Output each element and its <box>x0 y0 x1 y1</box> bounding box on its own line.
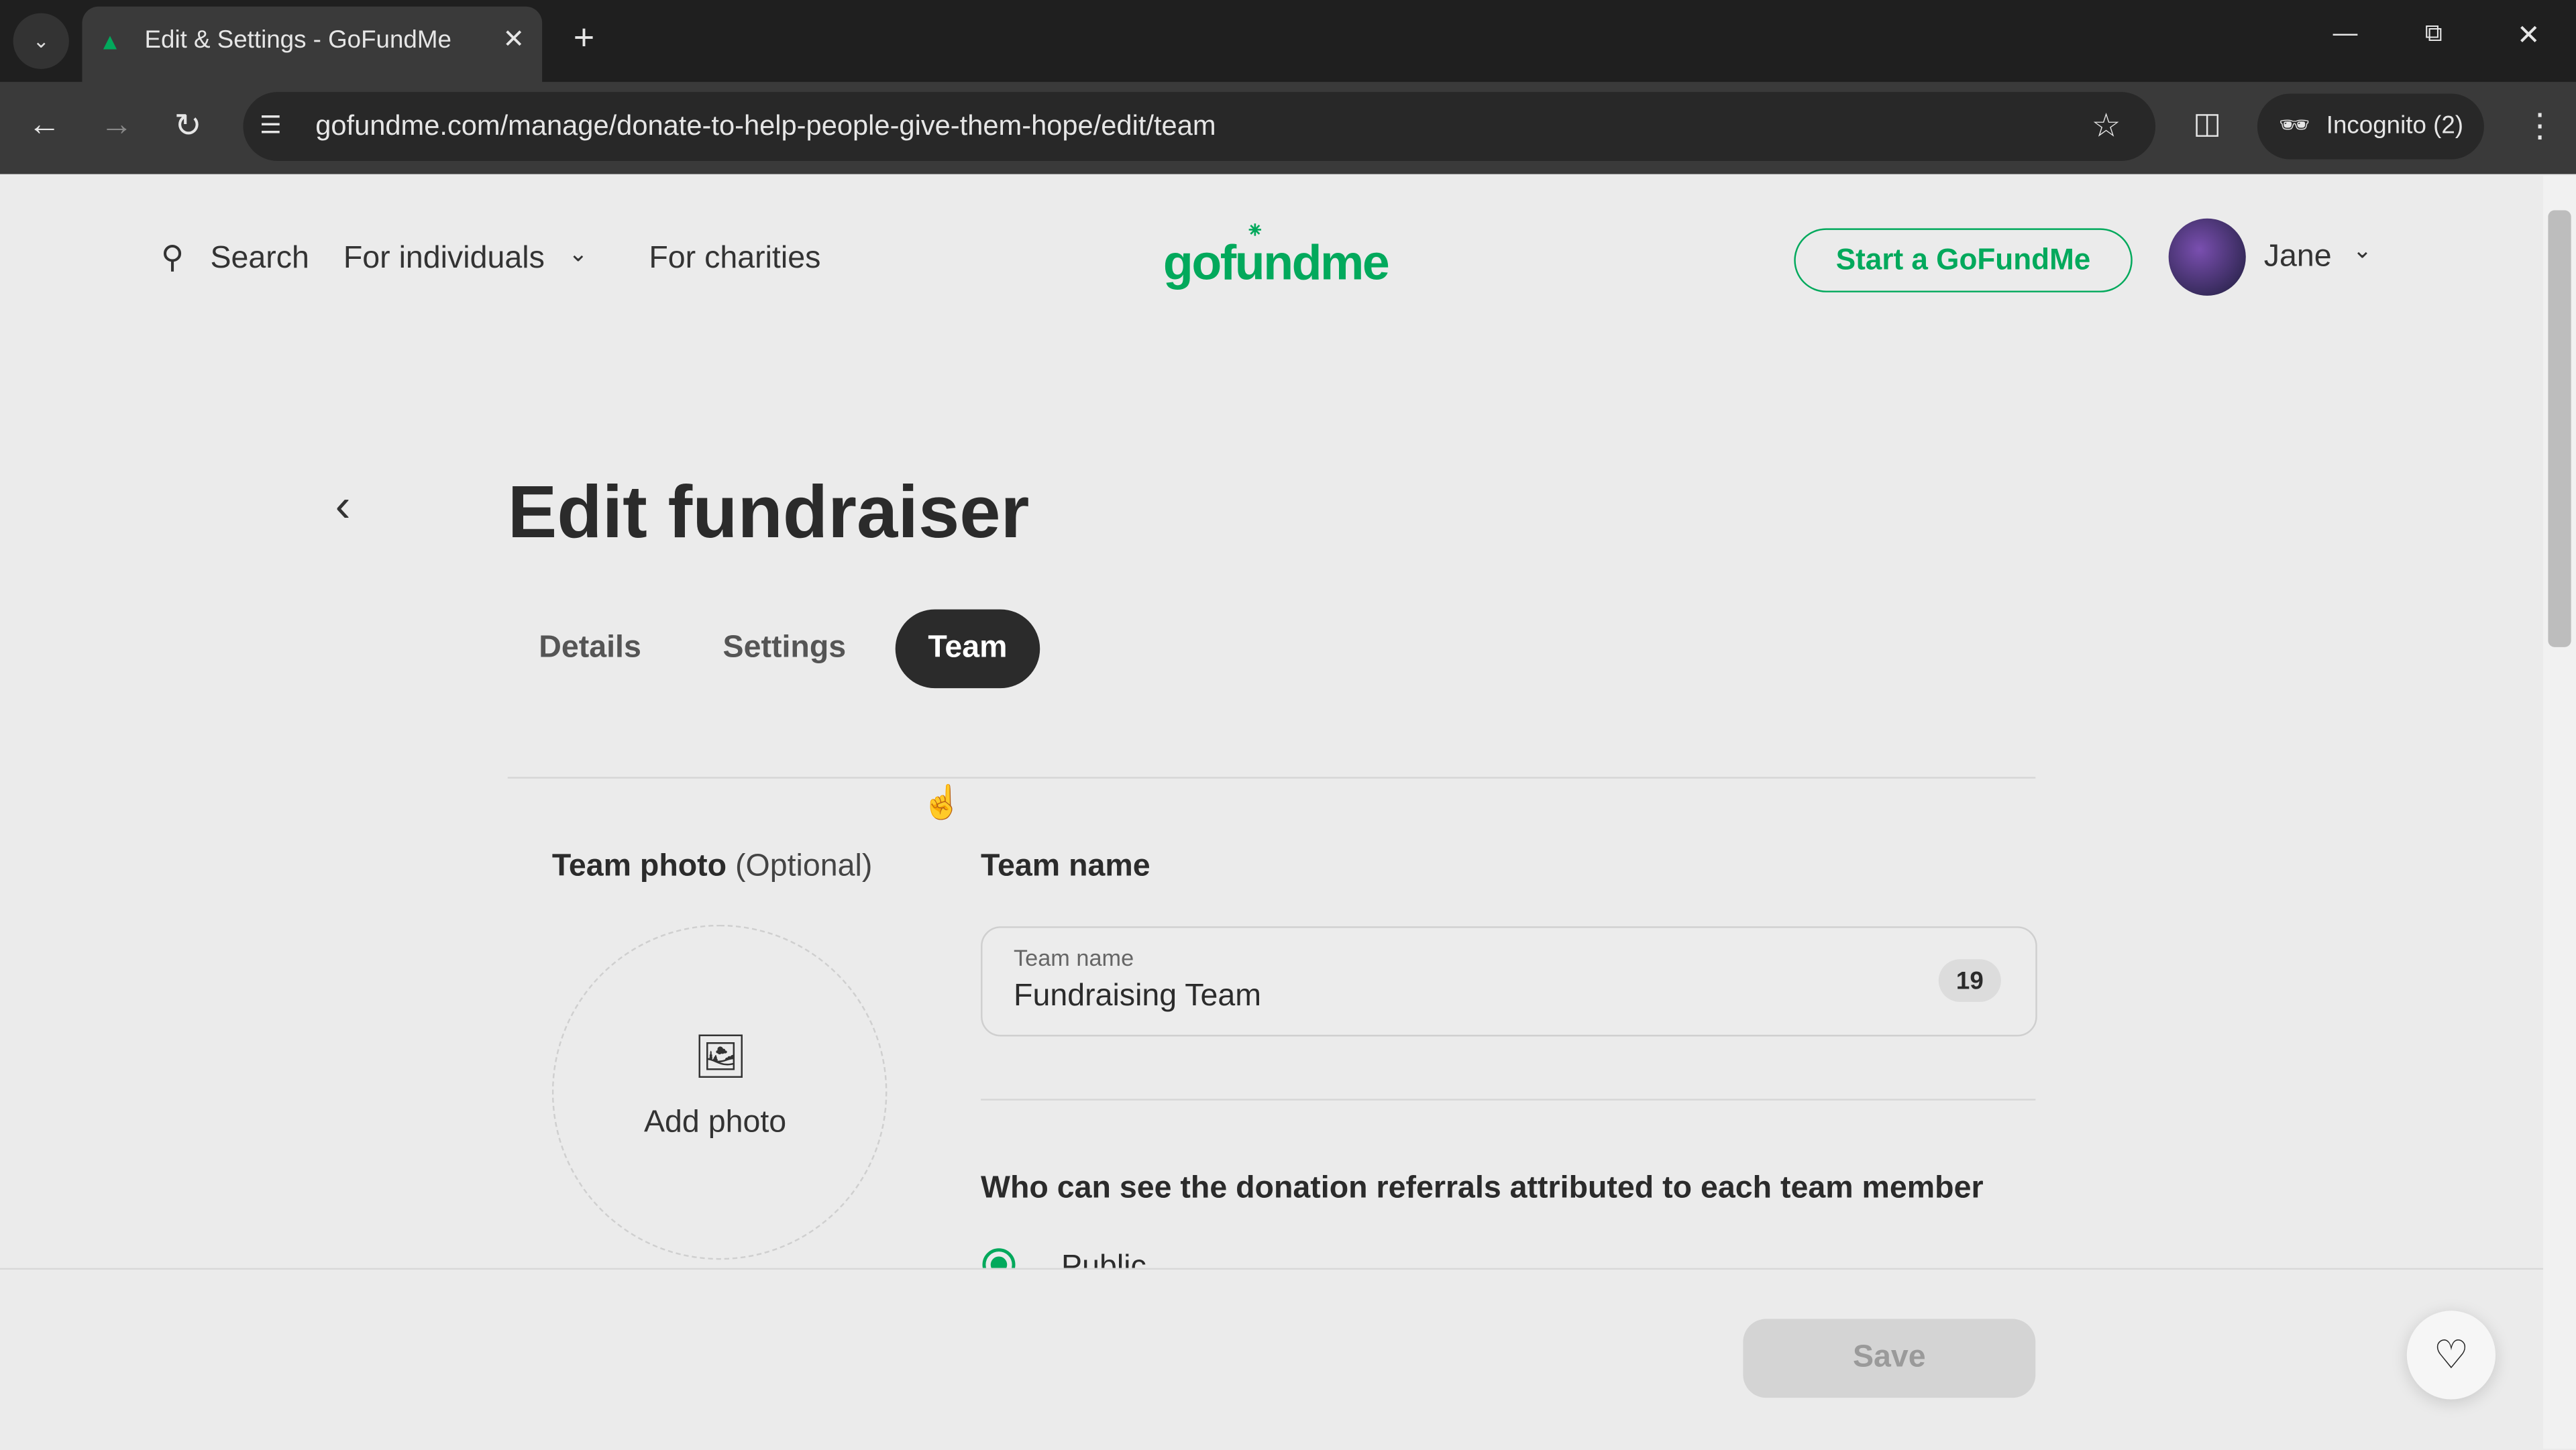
team-name-value[interactable]: Fundraising Team <box>1014 979 1261 1015</box>
team-photo-label: Team photo (Optional) <box>552 849 872 885</box>
reload-icon[interactable]: ↻ <box>174 105 202 146</box>
logo-sun-icon: ⁕ <box>1245 217 1265 243</box>
for-charities-link[interactable]: For charities <box>649 241 820 278</box>
scrollbar-thumb[interactable] <box>2548 210 2571 647</box>
sticky-footer <box>0 1268 2544 1450</box>
restore-icon[interactable]: ⧉ <box>2425 19 2443 48</box>
window-close-icon[interactable]: ✕ <box>2517 19 2540 52</box>
user-menu-chevron-icon[interactable]: ⌄ <box>2353 237 2372 265</box>
tab-close-icon[interactable]: ✕ <box>502 23 525 56</box>
divider <box>981 1099 2036 1101</box>
back-icon[interactable]: ← <box>28 107 61 144</box>
gofundme-logo[interactable]: gofundme <box>1163 237 1390 292</box>
team-photo-title: Team photo <box>551 849 727 884</box>
optional-label: (Optional) <box>735 849 873 884</box>
add-photo-dropzone[interactable] <box>551 924 888 1260</box>
page-title: Edit fundraiser <box>507 469 1030 554</box>
new-tab-icon[interactable]: + <box>574 16 594 59</box>
tab-list-button[interactable]: ⌄ <box>13 13 69 69</box>
url-text[interactable]: gofundme.com/manage/donate-to-help-peopl… <box>315 110 1216 143</box>
incognito-icon: 🕶 <box>2278 111 2310 140</box>
tab-title: Edit & Settings - GoFundMe <box>144 26 451 54</box>
avatar[interactable] <box>2168 218 2246 296</box>
gofundme-favicon: ▲ <box>98 27 121 54</box>
mouse-cursor-icon: ☝ <box>921 785 963 822</box>
side-panel-icon[interactable]: ◫ <box>2193 107 2221 141</box>
forward-icon[interactable]: → <box>100 107 133 144</box>
search-icon[interactable]: ⚲ <box>161 240 184 278</box>
save-button[interactable]: Save <box>1743 1319 2036 1398</box>
for-individuals-menu[interactable]: For individuals <box>343 241 545 278</box>
tab-team[interactable]: Team <box>895 609 1040 689</box>
bookmark-star-icon[interactable]: ☆ <box>2092 105 2121 146</box>
team-name-heading: Team name <box>981 849 1150 884</box>
add-image-icon: 🖼 <box>693 1031 748 1081</box>
character-counter: 19 <box>1938 959 2001 1002</box>
search-link[interactable]: Search <box>210 241 309 278</box>
incognito-label: Incognito (2) <box>2326 111 2464 140</box>
site-settings-icon[interactable]: ☰ <box>260 110 282 140</box>
back-arrow-icon[interactable]: ‹ <box>335 480 351 532</box>
start-gofundme-button[interactable]: Start a GoFundMe <box>1794 228 2133 292</box>
divider <box>507 777 2036 779</box>
chat-heart-icon: ♡ <box>2433 1333 2469 1378</box>
page <box>0 176 2544 1449</box>
visibility-heading: Who can see the donation referrals attri… <box>981 1171 1984 1206</box>
minimize-icon[interactable]: — <box>2333 19 2358 48</box>
tab-settings[interactable]: Settings <box>723 630 847 667</box>
user-name[interactable]: Jane <box>2264 240 2332 276</box>
help-chat-button[interactable]: ♡ <box>2406 1310 2496 1400</box>
add-photo-label[interactable]: Add photo <box>644 1105 786 1141</box>
tab-details[interactable]: Details <box>539 630 641 667</box>
browser-menu-icon[interactable]: ⋮ <box>2524 105 2557 146</box>
chevron-down-icon[interactable]: ⌄ <box>568 240 588 268</box>
team-name-field-label: Team name <box>1014 944 1134 971</box>
